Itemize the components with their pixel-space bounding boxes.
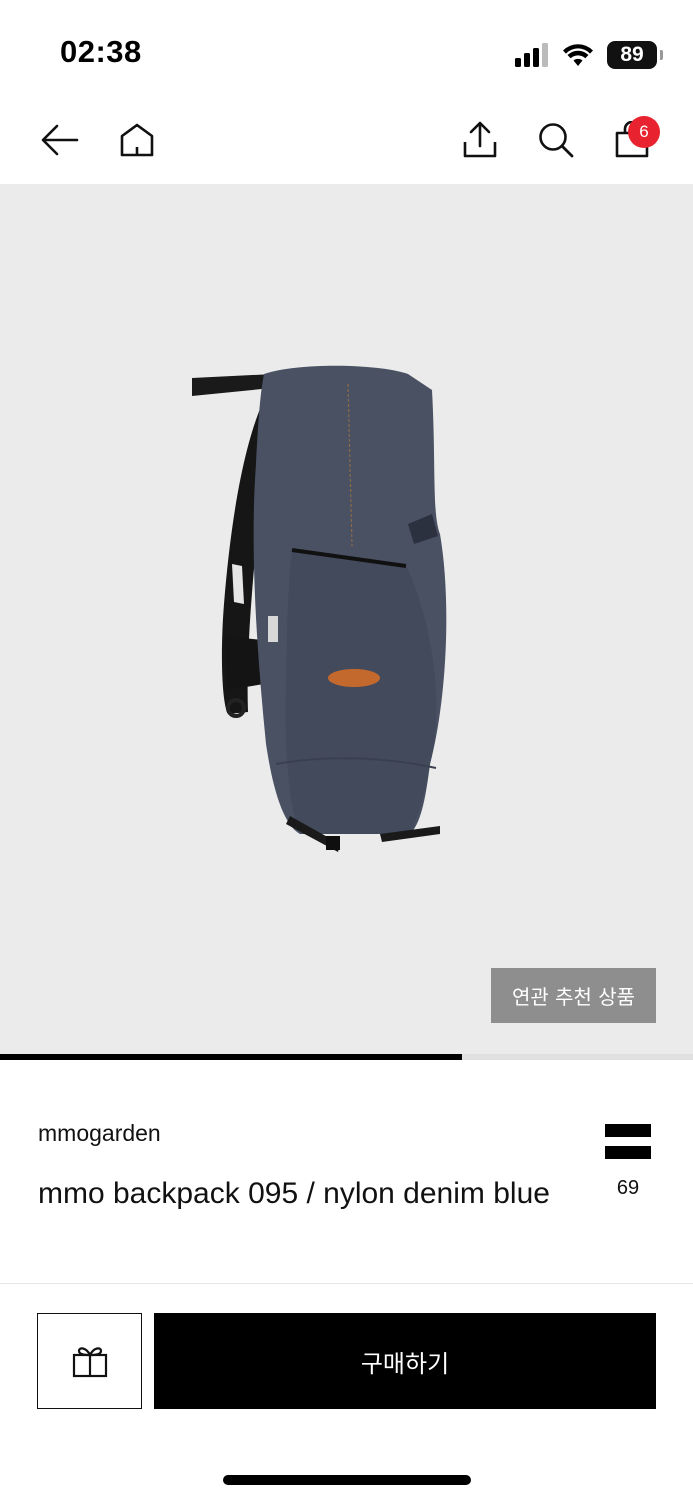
carousel-progress-track [0,1054,693,1060]
buy-button[interactable]: 구매하기 [154,1313,656,1409]
status-time: 02:38 [60,34,142,69]
home-button[interactable] [109,112,165,168]
top-nav-bar: 6 [0,100,693,184]
status-bar: 02:38 89 [0,0,693,100]
gift-icon [72,1347,107,1378]
back-arrow-icon [41,124,79,156]
brand-name[interactable]: mmogarden [38,1120,161,1147]
share-icon [463,121,497,158]
status-indicators: 89 [515,40,663,70]
carousel-progress-fill [0,1054,463,1060]
wifi-icon [563,44,593,66]
cart-count-badge: 6 [628,116,660,148]
related-products-button[interactable]: 연관 추천 상품 [491,968,656,1023]
bookmark-bars-icon [605,1124,651,1160]
battery-icon: 89 [607,41,663,69]
share-button[interactable] [452,112,508,168]
divider [0,1283,693,1284]
gift-button[interactable] [37,1313,142,1409]
home-indicator [223,1475,471,1485]
backpack-image [192,365,447,852]
cart-button[interactable]: 6 [604,112,660,168]
like-button[interactable]: 69 [602,1124,654,1200]
back-button[interactable] [32,112,88,168]
product-image-carousel[interactable]: 연관 추천 상품 [0,184,693,1056]
battery-level: 89 [620,43,644,66]
search-icon [539,123,574,158]
cellular-signal-icon [515,43,548,67]
product-title: mmo backpack 095 / nylon denim blue [38,1177,550,1210]
like-count: 69 [616,1177,640,1199]
search-button[interactable] [528,112,584,168]
home-icon [120,123,154,157]
